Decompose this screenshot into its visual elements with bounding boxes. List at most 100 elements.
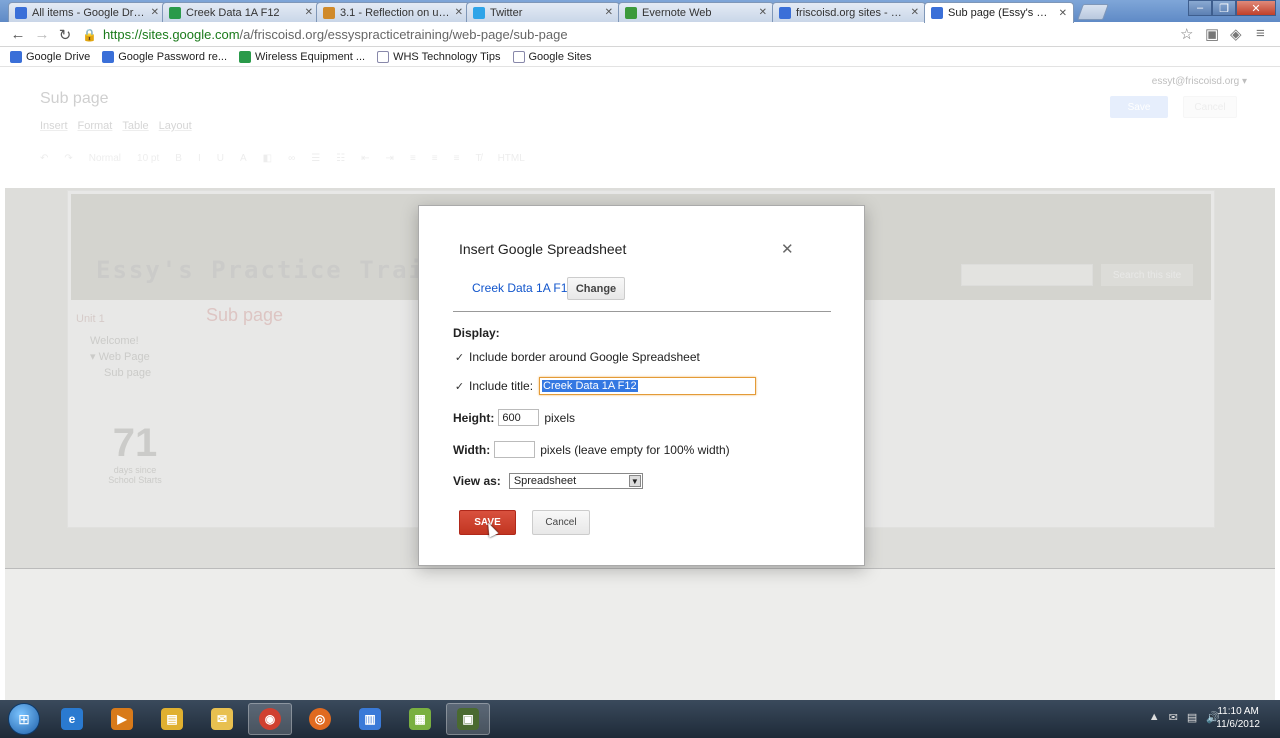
google-drive-icon: [10, 50, 22, 63]
clock-date: 11/6/2012: [1216, 719, 1260, 730]
taskbar-book-app[interactable]: ▥: [348, 703, 392, 735]
tab-friscoisd-sites[interactable]: friscoisd.org sites - Google ✕: [772, 2, 926, 22]
bookmark-whs-tech-tips[interactable]: WHS Technology Tips: [377, 50, 501, 63]
bold-icon[interactable]: B: [175, 153, 182, 164]
close-icon[interactable]: ✕: [605, 7, 613, 18]
tab-google-drive[interactable]: All items - Google Drive ✕: [8, 2, 166, 22]
site-search-button[interactable]: Search this site: [1101, 264, 1193, 286]
clear-format-icon[interactable]: T̸: [475, 153, 481, 164]
extension-icon[interactable]: ▣: [1205, 25, 1219, 43]
close-icon[interactable]: ✕: [151, 7, 159, 18]
bookmark-star-icon[interactable]: ☆: [1180, 25, 1193, 43]
lock-icon: 🔒: [82, 27, 97, 42]
paragraph-style-select[interactable]: Normal: [89, 153, 121, 164]
font-size-select[interactable]: 10 pt: [137, 153, 159, 164]
link-icon[interactable]: ∞: [288, 153, 295, 164]
site-sidebar: Unit 1 Welcome! ▾ Web Page Sub page: [76, 313, 194, 381]
include-title-checkbox[interactable]: ✓: [453, 380, 466, 393]
sidebar-item-welcome[interactable]: Welcome!: [76, 333, 194, 349]
tab-reflection[interactable]: 3.1 - Reflection on using or ✕: [316, 2, 470, 22]
view-as-select[interactable]: Spreadsheet ▼: [508, 473, 643, 489]
html-button[interactable]: HTML: [498, 153, 525, 164]
taskbar-chrome[interactable]: ◉: [248, 703, 292, 735]
tab-evernote[interactable]: Evernote Web ✕: [618, 2, 774, 22]
bookmark-google-drive[interactable]: Google Drive: [10, 50, 90, 63]
close-icon[interactable]: ✕: [911, 7, 919, 18]
file-explorer-icon: ▤: [161, 708, 183, 730]
bookmark-google-sites[interactable]: Google Sites: [512, 50, 591, 63]
change-file-button[interactable]: Change: [567, 277, 625, 300]
system-clock[interactable]: 11:10 AM 11/6/2012: [1216, 705, 1260, 731]
account-menu[interactable]: essyt@friscoisd.org ▾: [1152, 76, 1247, 87]
close-icon[interactable]: ✕: [781, 240, 794, 258]
page-icon: [512, 50, 525, 63]
tab-twitter[interactable]: Twitter ✕: [466, 2, 620, 22]
text-color-icon[interactable]: A: [240, 153, 247, 164]
close-icon[interactable]: ✕: [1059, 8, 1067, 19]
menu-layout[interactable]: Layout: [159, 120, 192, 132]
taskbar-camtasia[interactable]: ▣: [446, 703, 490, 735]
maximize-icon[interactable]: ❐: [1212, 0, 1236, 16]
sidebar-item-web-page[interactable]: ▾ Web Page: [76, 349, 194, 365]
extension-icon[interactable]: ◈: [1230, 25, 1242, 43]
media-player-icon: ▶: [111, 708, 133, 730]
close-icon[interactable]: ✕: [305, 7, 313, 18]
menu-table[interactable]: Table: [122, 120, 148, 132]
height-input[interactable]: 600: [498, 409, 540, 426]
highlight-icon[interactable]: ◧: [263, 153, 272, 164]
editor-save-button[interactable]: Save: [1110, 96, 1168, 118]
title-input[interactable]: Creek Data 1A F12: [539, 377, 757, 395]
forward-icon[interactable]: →: [32, 26, 52, 43]
format-toolbar: ↶ ↷ Normal 10 pt B I U A ◧ ∞ ☰ ☷ ⇤ ⇥ ≡ ≡…: [40, 148, 1220, 168]
selected-file-link[interactable]: Creek Data 1A F12: [472, 281, 574, 295]
menu-insert[interactable]: Insert: [40, 120, 68, 132]
undo-icon[interactable]: ↶: [40, 153, 48, 164]
new-tab-button[interactable]: [1077, 4, 1109, 20]
address-bar[interactable]: 🔒 https://sites.google.com/a/friscoisd.o…: [82, 24, 1194, 45]
taskbar-firefox[interactable]: ◎: [298, 703, 342, 735]
align-right-icon[interactable]: ≡: [454, 153, 460, 164]
tab-sub-page[interactable]: Sub page (Essy's Practice T ✕: [924, 2, 1074, 23]
close-icon[interactable]: ✕: [455, 7, 463, 18]
align-left-icon[interactable]: ≡: [410, 153, 416, 164]
sidebar-item-sub-page[interactable]: Sub page: [76, 365, 194, 381]
page-title: Sub page: [40, 90, 109, 107]
close-icon[interactable]: ✕: [759, 7, 767, 18]
bookmark-google-password[interactable]: Google Password re...: [102, 50, 227, 63]
width-unit-label: pixels (leave empty for 100% width): [540, 442, 730, 457]
taskbar-file-explorer[interactable]: ▤: [150, 703, 194, 735]
include-border-checkbox[interactable]: ✓: [453, 351, 466, 364]
minimize-icon[interactable]: –: [1188, 0, 1212, 16]
show-hidden-icons-icon[interactable]: ▲: [1149, 711, 1160, 724]
network-icon[interactable]: ▤: [1187, 711, 1197, 724]
align-center-icon[interactable]: ≡: [432, 153, 438, 164]
underline-icon[interactable]: U: [217, 153, 224, 164]
taskbar-internet-explorer[interactable]: e: [50, 703, 94, 735]
taskbar-outlook[interactable]: ✉: [200, 703, 244, 735]
width-input[interactable]: [494, 441, 536, 458]
spreadsheet-icon: [169, 6, 181, 19]
cancel-button[interactable]: Cancel: [532, 510, 590, 535]
indent-more-icon[interactable]: ⇥: [386, 153, 394, 164]
editor-cancel-button[interactable]: Cancel: [1183, 96, 1237, 118]
site-search-input[interactable]: [961, 264, 1093, 286]
numbered-list-icon[interactable]: ☰: [311, 153, 320, 164]
counter-caption: days since: [113, 465, 157, 475]
back-icon[interactable]: ←: [8, 26, 28, 43]
reload-icon[interactable]: ↻: [55, 26, 75, 44]
menu-icon[interactable]: ≡: [1256, 25, 1265, 42]
indent-less-icon[interactable]: ⇤: [361, 153, 369, 164]
notes-icon: ▦: [409, 708, 431, 730]
height-row: Height: 600 pixels: [453, 409, 575, 426]
taskbar-media-player[interactable]: ▶: [100, 703, 144, 735]
italic-icon[interactable]: I: [198, 153, 201, 164]
taskbar-notes-app[interactable]: ▦: [398, 703, 442, 735]
menu-format[interactable]: Format: [78, 120, 113, 132]
notification-icon[interactable]: ✉: [1169, 711, 1178, 724]
redo-icon[interactable]: ↷: [64, 153, 72, 164]
bulleted-list-icon[interactable]: ☷: [336, 153, 345, 164]
bookmark-wireless-equipment[interactable]: Wireless Equipment ...: [239, 50, 365, 63]
window-close-icon[interactable]: ✕: [1236, 0, 1276, 16]
tab-creek-data[interactable]: Creek Data 1A F12 ✕: [162, 2, 320, 22]
start-button[interactable]: ⊞: [8, 703, 40, 735]
